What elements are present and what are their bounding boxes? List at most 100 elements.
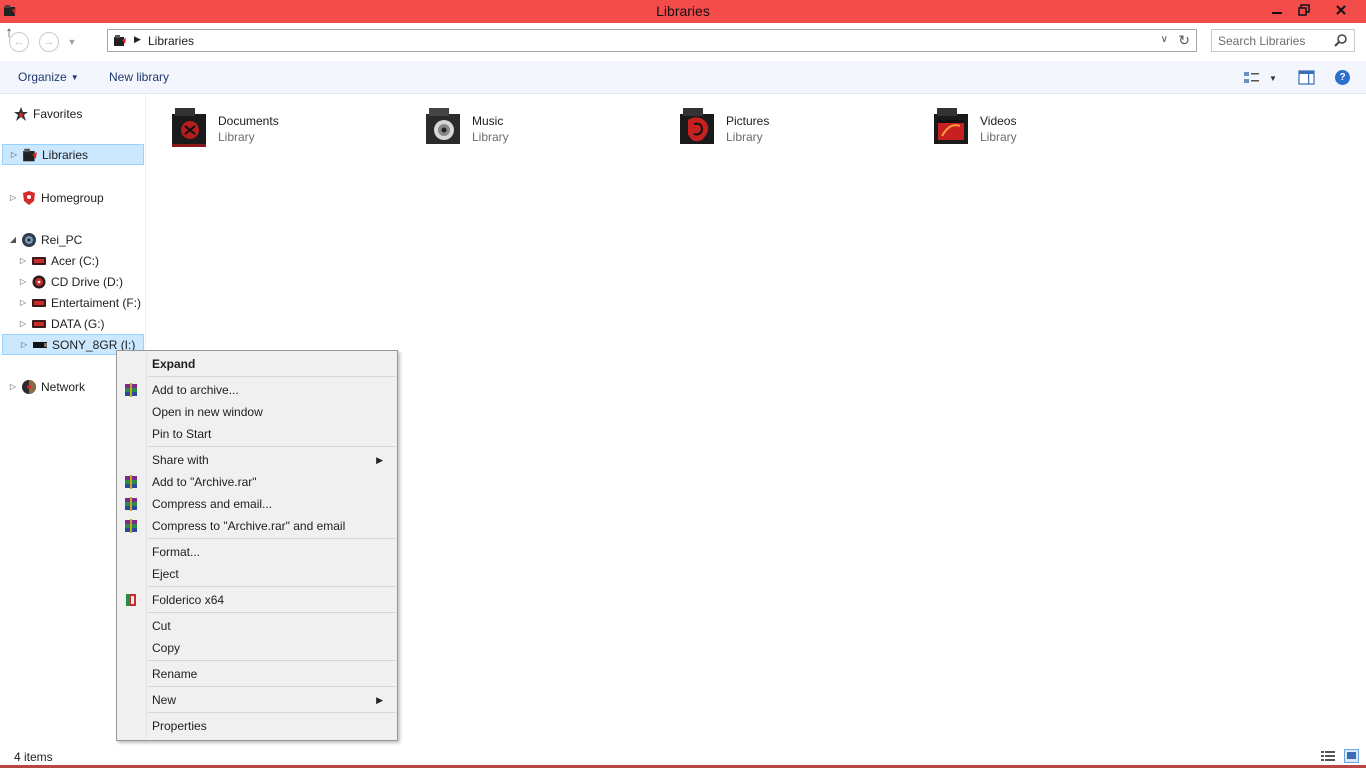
menu-item-label: Copy [152,641,181,655]
expand-arrow-icon[interactable]: ▷ [18,298,28,307]
nav-homegroup-label: Homegroup [41,190,104,205]
computer-icon [21,232,37,248]
expand-arrow-icon[interactable]: ▷ [19,340,29,349]
menu-item-label: New [152,693,177,707]
minimize-icon [1272,12,1282,14]
large-icons-view-icon[interactable] [1344,749,1359,763]
nav-libraries[interactable]: ▷ Libraries [2,144,144,165]
back-button[interactable]: ← [9,32,29,52]
menu-separator [148,612,396,613]
chevron-down-icon[interactable]: ∨ [1161,34,1168,45]
menu-item-label: Add to archive... [152,383,239,397]
menu-item-copy[interactable]: Copy [119,637,395,659]
address-bar[interactable]: ▶ Libraries ∨ ↻ [107,29,1197,52]
usb-drive-icon [32,337,48,353]
refresh-icon[interactable]: ↻ [1178,32,1190,49]
new-library-button[interactable]: New library [109,70,169,84]
restore-icon [1298,4,1310,16]
cd-drive-icon [31,274,47,290]
nav-this-pc[interactable]: ◢ Rei_PC [8,229,82,250]
hard-drive-icon [31,295,47,311]
menu-item-eject[interactable]: Eject [119,563,395,585]
search-icon[interactable] [1334,33,1348,47]
nav-drive-c[interactable]: ▷ Acer (C:) [18,250,99,271]
collapse-arrow-icon[interactable]: ◢ [8,235,18,244]
hard-drive-icon [31,253,47,269]
menu-separator [148,686,396,687]
tiles-glyph-icon [1347,752,1356,759]
nav-libraries-label: Libraries [42,147,89,162]
winrar-icon [125,383,137,397]
view-options-icon [1244,72,1259,83]
nav-pc-label: Rei_PC [41,232,83,247]
homegroup-icon [21,190,37,206]
menu-separator [148,446,396,447]
menu-item-pin-to-start[interactable]: Pin to Start [119,423,395,445]
recent-locations-button[interactable]: ▼ [66,35,78,49]
folderico-icon [126,594,136,606]
library-type: Library [218,130,255,144]
nav-network[interactable]: ▷ Network [8,376,85,397]
menu-item-share-with[interactable]: Share with ▶ [119,449,395,471]
menu-item-expand[interactable]: Expand [119,353,395,375]
menu-item-label: Rename [152,667,198,681]
expand-arrow-icon[interactable]: ▷ [8,382,18,391]
search-box[interactable] [1211,29,1355,52]
nav-favorites[interactable]: Favorites [10,103,82,124]
expand-arrow-icon[interactable]: ▷ [18,319,28,328]
menu-item-label: Cut [152,619,171,633]
close-button[interactable] [1318,0,1364,20]
menu-item-compress-email[interactable]: Compress and email... [119,493,395,515]
menu-item-label: Format... [152,545,201,559]
breadcrumb-separator-icon[interactable]: ▶ [134,34,141,45]
menu-item-properties[interactable]: Properties [119,715,395,737]
menu-item-folderico[interactable]: Folderico x64 [119,589,395,611]
forward-arrow-icon: → [43,36,55,48]
menu-item-add-to-archive[interactable]: Add to archive... [119,379,395,401]
change-view-button[interactable]: ▼ [1243,70,1281,86]
documents-library-icon [172,108,206,147]
library-pictures[interactable]: Pictures Library [668,104,908,154]
expand-arrow-icon[interactable]: ▷ [9,150,19,159]
nav-drive-label: Acer (C:) [51,253,99,268]
library-music[interactable]: Music Library [414,104,654,154]
forward-button[interactable]: → [39,32,59,52]
help-icon[interactable]: ? [1335,70,1350,85]
library-name: Videos [980,114,1017,128]
expand-arrow-icon[interactable]: ▷ [8,193,18,202]
menu-item-open-new-window[interactable]: Open in new window [119,401,395,423]
menu-item-compress-rar-email[interactable]: Compress to "Archive.rar" and email [119,515,395,537]
chevron-down-icon: ▼ [67,37,77,47]
expand-arrow-icon[interactable]: ▷ [18,277,28,286]
libraries-icon [114,35,126,46]
restore-button[interactable] [1291,0,1317,20]
menu-item-label: Add to "Archive.rar" [152,475,257,489]
library-name: Documents [218,114,279,128]
network-icon [21,379,37,395]
library-documents[interactable]: Documents Library [160,104,400,154]
menu-separator [148,586,396,587]
menu-item-label: Expand [152,357,196,371]
nav-drive-g[interactable]: ▷ DATA (G:) [18,313,105,334]
library-videos[interactable]: Videos Library [922,104,1162,154]
expand-arrow-icon[interactable]: ▷ [18,256,28,265]
nav-drive-label: DATA (G:) [51,316,105,331]
nav-drive-d[interactable]: ▷ CD Drive (D:) [18,271,123,292]
menu-item-new[interactable]: New ▶ [119,689,395,711]
menu-item-format[interactable]: Format... [119,541,395,563]
nav-drive-f[interactable]: ▷ Entertaiment (F:) [18,292,141,313]
minimize-button[interactable] [1264,0,1290,20]
details-view-icon[interactable] [1321,750,1335,762]
winrar-icon [125,475,137,489]
library-type: Library [726,130,763,144]
search-input[interactable] [1218,33,1330,49]
menu-item-rename[interactable]: Rename [119,663,395,685]
menu-item-cut[interactable]: Cut [119,615,395,637]
organize-button[interactable]: Organize ▼ [18,70,79,84]
context-menu: Expand Add to archive... Open in new win… [116,350,398,741]
preview-pane-icon[interactable] [1298,70,1315,85]
menu-item-add-to-rar[interactable]: Add to "Archive.rar" [119,471,395,493]
nav-homegroup[interactable]: ▷ Homegroup [8,187,104,208]
breadcrumb-libraries[interactable]: Libraries [148,34,194,48]
menu-item-label: Pin to Start [152,427,212,441]
